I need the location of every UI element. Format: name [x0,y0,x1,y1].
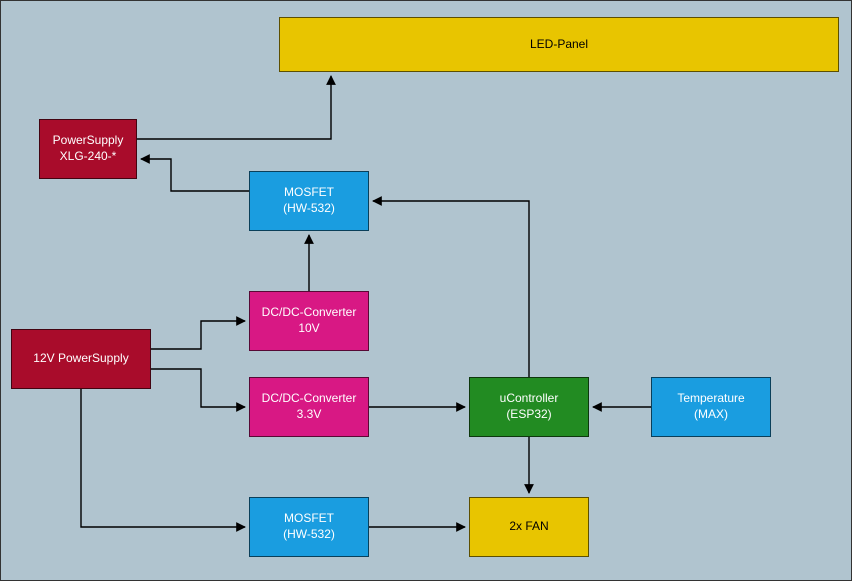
label-line2: (MAX) [694,407,728,423]
block-mosfet-2: MOSFET (HW-532) [249,497,369,557]
label-line1: DC/DC-Converter [262,391,357,407]
block-ucontroller: uController (ESP32) [469,377,589,437]
label-line1: Temperature [677,391,744,407]
block-fan: 2x FAN [469,497,589,557]
label-line1: MOSFET [284,185,334,201]
block-temperature: Temperature (MAX) [651,377,771,437]
block-dcdc-10v: DC/DC-Converter 10V [249,291,369,351]
label-line2: (ESP32) [506,407,551,423]
label-line1: uController [500,391,559,407]
label: 2x FAN [509,519,548,535]
label: 12V PowerSupply [33,351,128,367]
arrows-layer [1,1,852,581]
block-mosfet-1: MOSFET (HW-532) [249,171,369,231]
block-led-panel: LED-Panel [279,17,839,72]
diagram-canvas: LED-Panel PowerSupply XLG-240-* MOSFET (… [0,0,852,581]
label-line2: (HW-532) [283,201,335,217]
block-psu-12v: 12V PowerSupply [11,329,151,389]
label-line1: DC/DC-Converter [262,305,357,321]
label-line2: 10V [298,321,319,337]
block-dcdc-33v: DC/DC-Converter 3.3V [249,377,369,437]
label-line2: 3.3V [297,407,322,423]
label-line2: XLG-240-* [60,149,117,165]
label: LED-Panel [530,37,588,53]
block-psu-xlg: PowerSupply XLG-240-* [39,119,137,179]
label-line1: PowerSupply [53,133,124,149]
label-line1: MOSFET [284,511,334,527]
label-line2: (HW-532) [283,527,335,543]
